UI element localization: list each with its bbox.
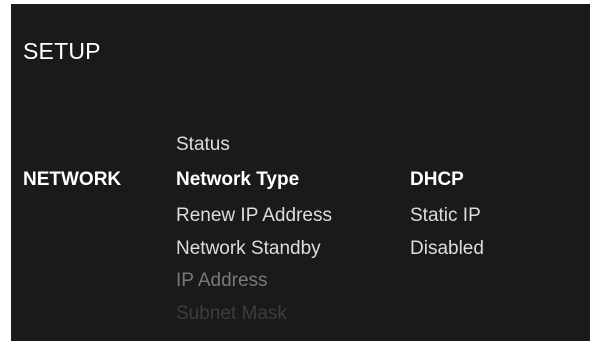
- menu-item-subnet-mask[interactable]: Subnet Mask: [176, 303, 287, 325]
- option-dhcp[interactable]: DHCP: [410, 169, 464, 191]
- option-static-ip[interactable]: Static IP: [410, 205, 481, 227]
- menu-item-ip-address[interactable]: IP Address: [176, 270, 268, 292]
- section-label-network: NETWORK: [23, 169, 122, 190]
- menu-item-network-type[interactable]: Network Type: [176, 169, 299, 191]
- setup-screen: SETUP NETWORK Status Network Type Renew …: [11, 4, 590, 341]
- menu-item-status[interactable]: Status: [176, 134, 230, 156]
- menu-item-renew-ip-address[interactable]: Renew IP Address: [176, 205, 332, 227]
- menu-item-network-standby[interactable]: Network Standby: [176, 238, 321, 260]
- option-disabled[interactable]: Disabled: [410, 238, 484, 260]
- page-title: SETUP: [23, 38, 101, 64]
